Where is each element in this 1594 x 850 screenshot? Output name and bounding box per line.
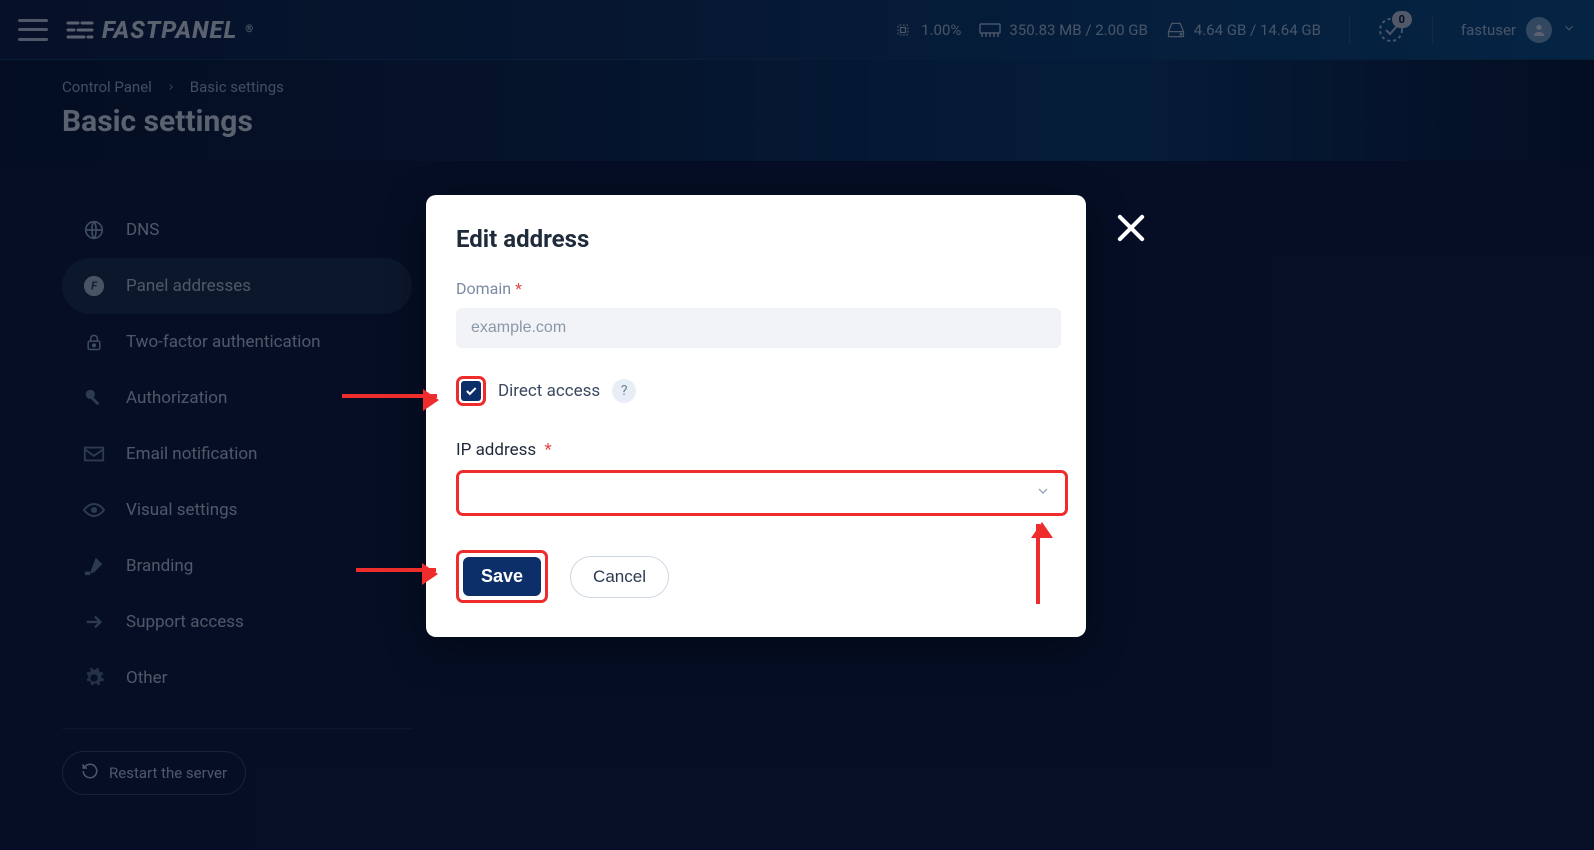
annotation-arrow	[342, 394, 437, 398]
annotation-arrow	[1036, 524, 1040, 604]
domain-input	[456, 308, 1061, 348]
ip-address-select[interactable]	[456, 470, 1068, 516]
help-icon[interactable]: ?	[612, 379, 636, 403]
edit-address-modal: Edit address Domain* Direct access ? IP …	[426, 195, 1086, 637]
save-highlight: Save	[456, 550, 548, 603]
close-modal-button[interactable]	[1112, 209, 1150, 247]
domain-label: Domain*	[456, 279, 1056, 298]
ip-address-label: IP address *	[456, 440, 1056, 460]
modal-title: Edit address	[456, 225, 1056, 253]
annotation-arrow	[356, 568, 436, 572]
direct-access-checkbox[interactable]	[456, 376, 486, 406]
cancel-button[interactable]: Cancel	[570, 556, 669, 598]
chevron-down-icon	[1035, 483, 1051, 503]
save-button[interactable]: Save	[463, 557, 541, 596]
direct-access-label: Direct access	[498, 381, 600, 401]
